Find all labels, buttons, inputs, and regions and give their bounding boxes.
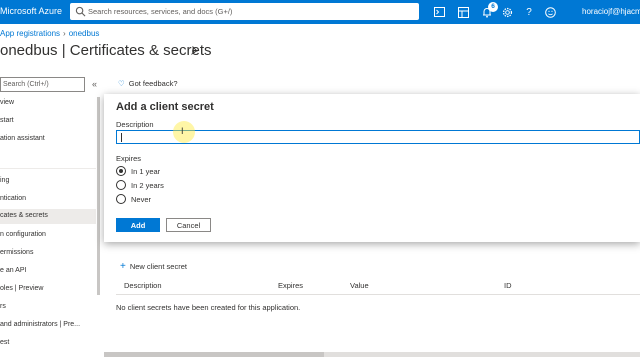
radio-label: In 1 year [131,166,161,176]
table-divider [116,294,640,295]
nav-item-token-configuration[interactable]: n configuration [0,228,96,243]
nav-item-owners[interactable]: rs [0,300,96,315]
radio-button[interactable] [116,194,126,204]
radio-button[interactable] [116,180,126,190]
column-header-expires: Expires [278,281,304,290]
add-client-secret-dialog: Add a client secret Description I Expire… [104,94,640,242]
heart-icon: ♡ [118,79,125,88]
column-header-value: Value [350,281,369,290]
nav-item-branding[interactable]: ing [0,174,96,189]
nav-search-input[interactable]: Search (Ctrl+/) [0,77,85,92]
nav-item-quickstart[interactable]: start [0,114,96,129]
expires-label: Expires [116,154,142,163]
nav-item-manifest[interactable]: est [0,336,96,351]
breadcrumb: App registrations › onedbus [0,29,99,38]
nav-divider [0,168,96,169]
user-account[interactable]: horaciojf@hjacme.o [582,7,640,16]
column-header-id: ID [504,281,512,290]
feedback-link[interactable]: ♡ Got feedback? [118,79,178,88]
cancel-button[interactable]: Cancel [166,218,211,232]
nav-item-app-roles[interactable]: oles | Preview [0,282,96,297]
breadcrumb-app-registrations[interactable]: App registrations [0,29,60,38]
column-header-description: Description [124,281,162,290]
nav-item-authentication[interactable]: ntication [0,192,96,207]
cloud-shell-icon[interactable] [432,5,446,19]
nav-item-expose-api[interactable]: e an API [0,264,96,279]
chevron-right-icon: › [63,29,66,38]
nav-scrollbar[interactable] [97,97,100,295]
new-client-secret-label: New client secret [129,262,187,271]
search-icon [75,6,86,17]
brand-title[interactable]: Microsoft Azure [0,6,62,16]
nav-item-integration-assistant[interactable]: ation assistant [0,132,96,147]
radio-never[interactable]: Never [116,194,151,204]
radio-in-1-year[interactable]: In 1 year [116,166,160,176]
collapse-nav-icon[interactable]: « [92,79,97,89]
description-label: Description [116,120,154,129]
radio-label: Never [131,194,152,204]
breadcrumb-onedbus[interactable]: onedbus [69,29,100,38]
nav-item-overview[interactable]: view [0,96,96,111]
page-title: onedbus | Certificates & secrets [0,42,212,59]
gear-icon[interactable] [500,5,514,19]
help-icon[interactable]: ? [522,5,536,19]
dialog-title: Add a client secret [116,101,214,113]
empty-state-text: No client secrets have been created for … [116,303,301,312]
global-search[interactable]: Search resources, services, and docs (G+… [70,3,419,20]
scrollbar-thumb[interactable] [104,352,324,357]
cursor-highlight [173,121,195,143]
feedback-smiley-icon[interactable] [543,5,557,19]
plus-icon: + [120,261,126,272]
ibeam-cursor-icon: I [181,126,184,136]
new-client-secret-button[interactable]: + New client secret [120,261,187,272]
nav-item-api-permissions[interactable]: ermissions [0,246,96,261]
nav-item-roles-administrators[interactable]: and administrators | Pre... [0,318,96,333]
radio-button-checked[interactable] [116,166,126,176]
feedback-label: Got feedback? [128,79,178,88]
notification-badge: 6 [488,2,498,12]
nav-item-certificates-secrets[interactable]: cates & secrets [0,209,96,224]
add-button[interactable]: Add [116,218,160,232]
bell-icon[interactable]: 6 [480,2,498,19]
pin-icon[interactable] [190,46,200,56]
search-placeholder: Search resources, services, and docs (G+… [88,7,233,16]
text-caret [121,133,122,142]
radio-label: In 2 years [131,180,164,190]
horizontal-scrollbar[interactable] [104,352,640,357]
top-bar: Microsoft Azure Search resources, servic… [0,0,640,24]
directory-filter-icon[interactable] [456,5,470,19]
radio-in-2-years[interactable]: In 2 years [116,180,164,190]
